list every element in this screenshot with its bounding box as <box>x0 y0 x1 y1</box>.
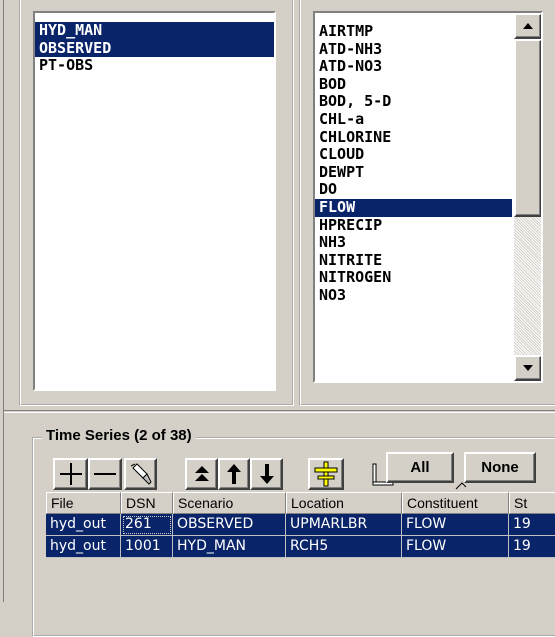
constituent-item[interactable]: NITROGEN <box>315 269 512 287</box>
column-header[interactable]: Scenario <box>173 492 286 514</box>
constituent-list[interactable]: AIRTMP ATD-NH3 ATD-NO3 BOD BOD, 5-D CHL-a CHLO… <box>313 11 543 383</box>
move-down-button[interactable] <box>250 458 283 490</box>
table-cell[interactable]: FLOW <box>402 514 509 536</box>
constituent-item[interactable]: DO <box>315 181 512 199</box>
constituent-item[interactable]: BOD <box>315 75 512 94</box>
table-cell[interactable]: hyd_out <box>46 536 121 558</box>
scenario-item[interactable]: HYD_MAN <box>35 21 274 40</box>
constituent-item[interactable]: CLOUD <box>315 146 512 164</box>
remove-icon <box>94 473 116 475</box>
scenario-item[interactable]: PT-OBS <box>35 57 274 75</box>
select-none-label: None <box>481 459 519 476</box>
add-button[interactable] <box>53 458 88 490</box>
constituent-item[interactable]: NH3 <box>315 234 512 252</box>
move-up-button[interactable] <box>218 458 250 490</box>
select-all-label: All <box>410 459 430 476</box>
move-top-icon <box>194 466 209 481</box>
date-icon <box>314 461 338 487</box>
move-up-icon <box>227 464 241 484</box>
move-down-icon <box>259 464 274 484</box>
table-cell[interactable]: RCH5 <box>286 536 402 558</box>
date-button[interactable] <box>308 458 344 490</box>
table-cell[interactable]: UPMARLBR <box>286 514 402 536</box>
left-edge-divider <box>0 0 4 602</box>
move-top-button[interactable] <box>185 458 218 490</box>
constituent-item[interactable]: NO3 <box>315 286 512 305</box>
constituent-item[interactable]: FLOW <box>315 198 512 217</box>
remove-button[interactable] <box>88 458 122 490</box>
clear-icon <box>130 463 152 485</box>
scenario-item[interactable]: OBSERVED <box>35 39 274 58</box>
arrow-up-icon <box>523 23 533 29</box>
column-header[interactable]: DSN <box>121 492 173 514</box>
table-cell[interactable]: 1001 <box>121 536 173 558</box>
table-cell[interactable]: hyd_out <box>46 514 121 536</box>
table-cell[interactable]: 19 <box>509 514 555 536</box>
constituent-item[interactable]: CHLORINE <box>315 128 512 147</box>
column-header[interactable]: Location <box>286 492 402 514</box>
add-icon <box>59 463 82 485</box>
constituent-item[interactable]: DEWPT <box>315 163 512 182</box>
table-cell[interactable]: 19 <box>509 536 555 558</box>
time-series-grid[interactable]: File DSN Scenario Location Constituent St hyd… <box>46 492 555 576</box>
column-header[interactable]: St <box>509 492 555 514</box>
column-header[interactable]: File <box>46 492 121 514</box>
scenario-list[interactable]: HYD_MAN OBSERVED PT-OBS <box>33 11 276 391</box>
constituent-item[interactable]: BOD, 5-D <box>315 93 512 111</box>
table-cell[interactable]: OBSERVED <box>173 514 286 536</box>
clear-button[interactable] <box>124 458 157 490</box>
scroll-thumb[interactable] <box>514 39 541 217</box>
constituent-item[interactable]: ATD-NO3 <box>315 58 512 76</box>
constituent-item[interactable]: AIRTMP <box>315 22 512 41</box>
table-cell[interactable]: HYD_MAN <box>173 536 286 558</box>
scroll-down-button[interactable] <box>514 355 541 381</box>
scroll-up-button[interactable] <box>514 13 541 39</box>
select-none-button[interactable]: None <box>464 452 536 483</box>
constituent-item[interactable]: CHL-a <box>315 110 512 129</box>
column-header[interactable]: Constituent <box>402 492 509 514</box>
constituent-item[interactable]: HPRECIP <box>315 216 512 235</box>
constituent-item[interactable]: ATD-NH3 <box>315 40 512 59</box>
time-series-group-label: Time Series (2 of 38) <box>42 426 196 446</box>
table-cell[interactable]: 261 <box>121 514 173 536</box>
splitter[interactable] <box>4 410 555 413</box>
constituent-item[interactable]: NITRITE <box>315 251 512 270</box>
table-cell[interactable]: FLOW <box>402 536 509 558</box>
constituent-scrollbar[interactable] <box>514 13 541 381</box>
select-all-button[interactable]: All <box>386 452 454 483</box>
arrow-down-icon <box>523 365 533 371</box>
